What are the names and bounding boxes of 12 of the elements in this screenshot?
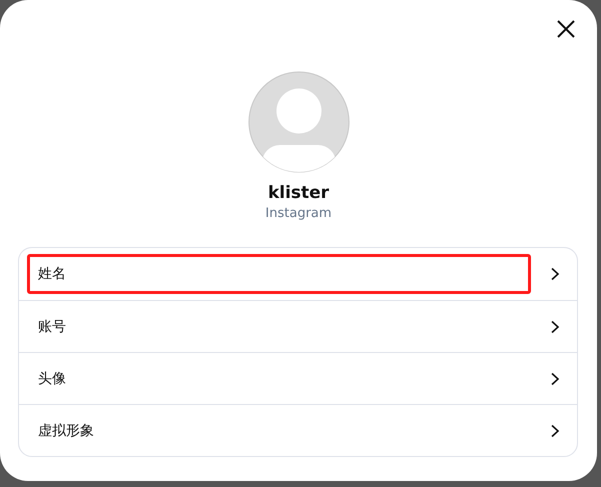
- chevron-right-icon: [549, 320, 561, 334]
- chevron-right-icon: [549, 267, 561, 281]
- platform-name: Instagram: [265, 206, 332, 221]
- chevron-right-icon: [549, 372, 561, 386]
- menu-item[interactable]: 头像: [27, 358, 531, 398]
- chevron-right-icon: [549, 424, 561, 438]
- account-name: klister: [268, 183, 330, 203]
- close-icon[interactable]: [557, 20, 575, 38]
- menu-item[interactable]: 账号: [27, 306, 531, 346]
- menu-item[interactable]: 虚拟形象: [27, 410, 531, 450]
- menu-item[interactable]: 姓名: [27, 254, 531, 294]
- avatar-icon: [248, 71, 350, 173]
